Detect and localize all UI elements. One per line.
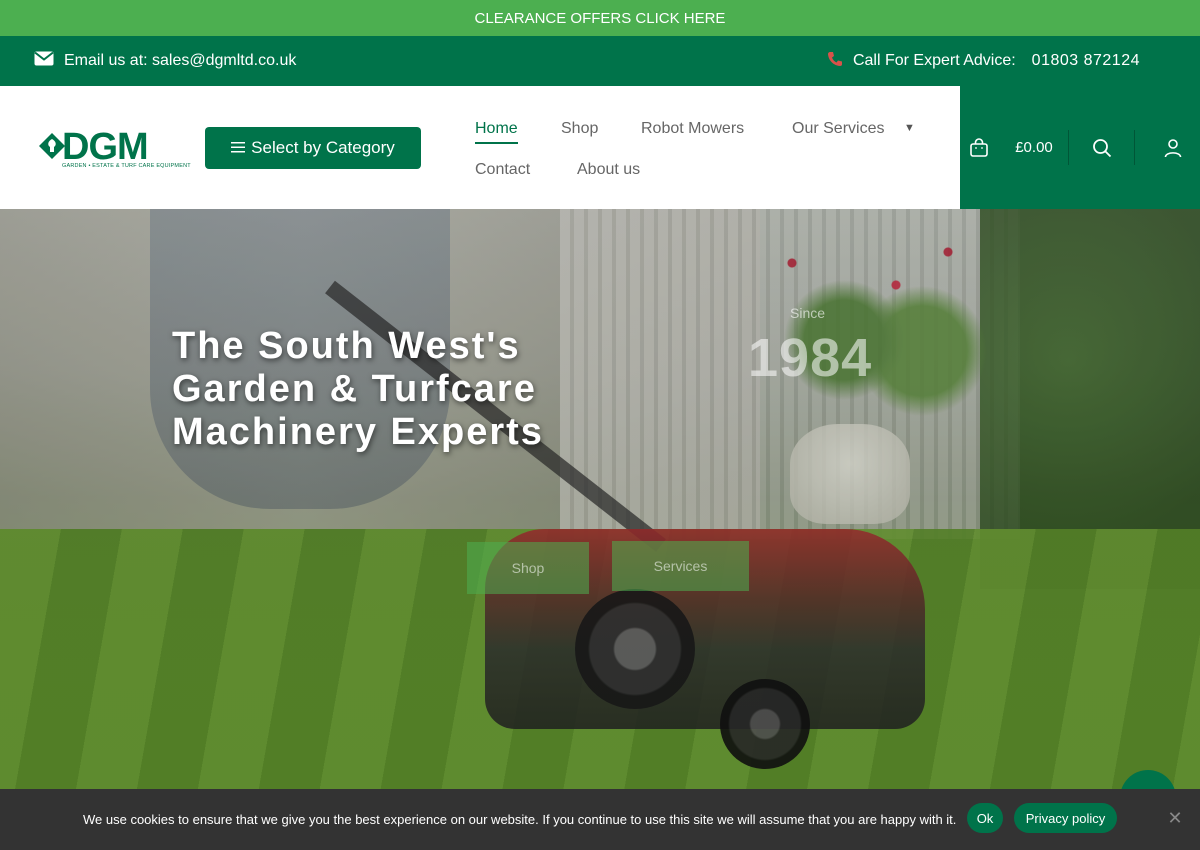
cart-total[interactable]: £0.00 xyxy=(1006,86,1062,209)
logo-subtitle: GARDEN • ESTATE & TURF CARE EQUIPMENT xyxy=(62,163,191,169)
phone-contact[interactable]: Call For Expert Advice: 01803 872124 xyxy=(827,51,1140,72)
cookie-ok-button[interactable]: Ok xyxy=(967,803,1003,833)
nav-home[interactable]: Home xyxy=(475,120,518,144)
account-button[interactable] xyxy=(1156,86,1190,209)
hero-banner: The South West's Garden & Turfcare Machi… xyxy=(0,209,1200,850)
tools-divider xyxy=(1068,130,1069,165)
since-label: Since xyxy=(790,305,826,321)
tools-divider xyxy=(1134,130,1135,165)
nav-contact[interactable]: Contact xyxy=(475,161,530,179)
hero-services-button[interactable]: Services xyxy=(612,541,749,591)
hero-title-line: The South West's xyxy=(172,325,521,367)
menu-icon xyxy=(231,138,246,158)
since-year: 1984 xyxy=(748,328,873,388)
site-header: DGM GARDEN • ESTATE & TURF CARE EQUIPMEN… xyxy=(0,86,1200,209)
chevron-down-icon[interactable]: ▼ xyxy=(904,122,915,134)
phone-label: Call For Expert Advice: xyxy=(852,52,1016,69)
hero-title-line: Machinery Experts xyxy=(172,411,544,453)
envelope-icon xyxy=(34,51,54,71)
phone-icon xyxy=(827,51,843,72)
search-button[interactable] xyxy=(1084,86,1120,209)
user-icon xyxy=(1164,138,1182,157)
cookie-notice: We use cookies to ensure that we give yo… xyxy=(0,789,1200,850)
clearance-offers-banner[interactable]: CLEARANCE OFFERS CLICK HERE xyxy=(0,0,1200,36)
hero-title-line: Garden & Turfcare xyxy=(172,368,537,410)
select-by-category-label: Select by Category xyxy=(251,138,395,157)
shopping-bag-icon xyxy=(970,137,988,157)
dgm-logo[interactable]: DGM GARDEN • ESTATE & TURF CARE EQUIPMEN… xyxy=(36,126,191,172)
cart-button[interactable] xyxy=(964,86,994,209)
hero-shop-button[interactable]: Shop xyxy=(467,542,589,594)
contact-bar: Email us at: sales@dgmltd.co.uk Call For… xyxy=(0,36,1200,86)
header-tools: £0.00 xyxy=(960,86,1200,209)
close-icon[interactable]: ✕ xyxy=(1166,809,1184,827)
nav-shop[interactable]: Shop xyxy=(561,120,598,138)
cookie-message: We use cookies to ensure that we give yo… xyxy=(83,812,957,827)
phone-number[interactable]: 01803 872124 xyxy=(1032,52,1140,70)
search-icon xyxy=(1093,138,1112,157)
nav-robot-mowers[interactable]: Robot Mowers xyxy=(641,120,744,138)
select-by-category-button[interactable]: Select by Category xyxy=(205,127,421,169)
hero-title: The South West's Garden & Turfcare Machi… xyxy=(172,325,692,454)
nav-our-services[interactable]: Our Services xyxy=(792,120,884,138)
email-text[interactable]: Email us at: sales@dgmltd.co.uk xyxy=(64,52,296,70)
clearance-offers-link[interactable]: CLEARANCE OFFERS CLICK HERE xyxy=(475,10,726,27)
privacy-policy-button[interactable]: Privacy policy xyxy=(1014,803,1117,833)
hero-overlay xyxy=(0,209,1200,850)
email-contact[interactable]: Email us at: sales@dgmltd.co.uk xyxy=(34,51,296,71)
nav-about[interactable]: About us xyxy=(577,161,640,179)
